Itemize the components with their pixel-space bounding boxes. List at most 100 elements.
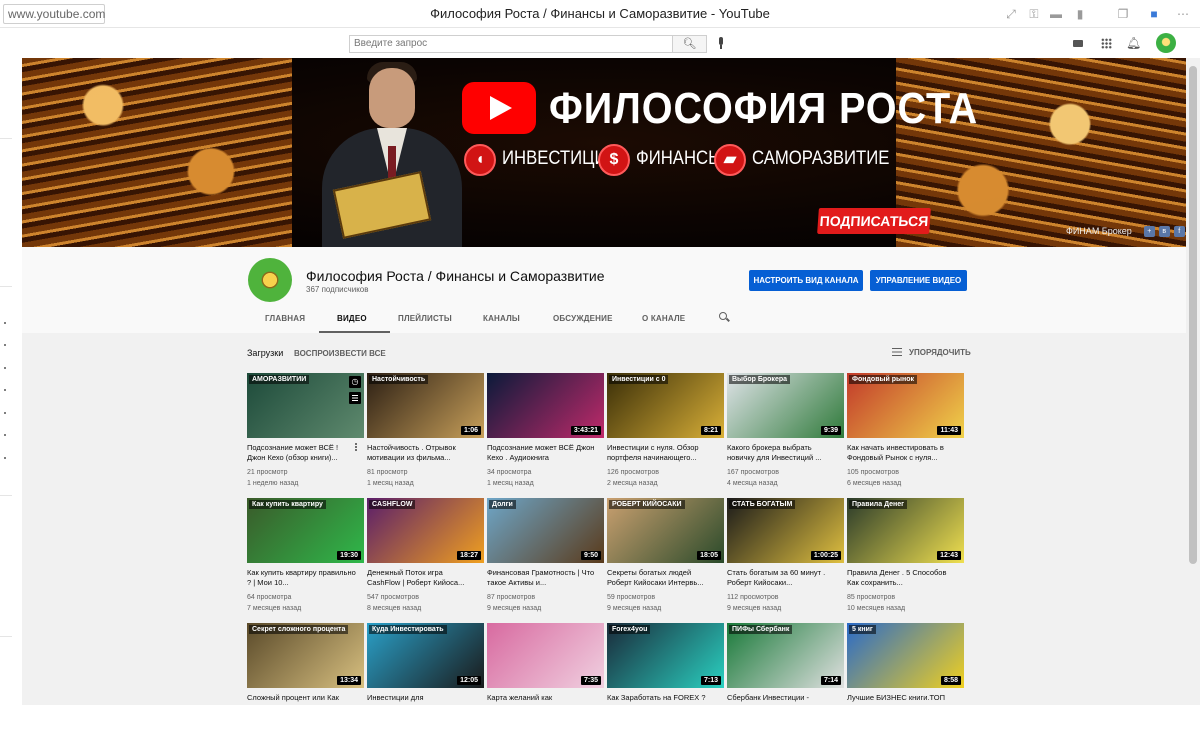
apps-icon[interactable] [1101, 38, 1112, 49]
video-card[interactable]: ПИФы Сбербанк 7:14 Сбербанк Инвестиции - [727, 623, 844, 743]
video-card[interactable]: Секрет сложного процента 13:34 Сложный про… [247, 623, 364, 743]
video-title[interactable]: Правила Денег . 5 Способов Как сохранить… [847, 568, 957, 588]
tab-playlists[interactable]: ПЛЕЙЛИСТЫ [398, 314, 452, 323]
video-title[interactable]: Стать богатым за 60 минут . Роберт Кийос… [727, 568, 837, 588]
menu-icon[interactable]: ⋯ [1175, 6, 1191, 22]
video-card[interactable]: Как купить квартиру 19:30 Как купить кварт… [247, 498, 364, 618]
video-card[interactable]: Фондовый рынок 11:43 Как начать инвестиров… [847, 373, 964, 493]
video-thumbnail[interactable]: Правила Денег 12:43 [847, 498, 964, 563]
video-title[interactable]: Карта желаний как [487, 693, 597, 713]
video-title[interactable]: Как купить квартиру правильно ? | Мои 10… [247, 568, 357, 588]
video-meta: 59 просмотров 9 месяцев назад [607, 593, 661, 614]
video-thumbnail[interactable]: СТАТЬ БОГАТЫМ 1:00:25 [727, 498, 844, 563]
video-thumbnail[interactable]: Инвестиции с 0 8:21 [607, 373, 724, 438]
video-title[interactable]: Инвестиции для [367, 693, 477, 713]
video-card[interactable]: Долги 9:50 Финансовая Грамотность | Что та… [487, 498, 604, 618]
video-thumbnail[interactable]: Долги 9:50 [487, 498, 604, 563]
video-title[interactable]: Сложный процент или Как [247, 693, 357, 713]
add-to-queue-icon[interactable] [349, 392, 361, 404]
video-card[interactable]: 7:35 Карта желаний как [487, 623, 604, 743]
finam-link[interactable]: ФИНАМ Брокер [1066, 226, 1132, 236]
video-title[interactable]: Инвестиции с нуля. Обзор портфеля начина… [607, 443, 717, 463]
video-thumbnail[interactable]: Куда Инвестировать 12:05 [367, 623, 484, 688]
play-all-button[interactable]: ВОСПРОИЗВЕСТИ ВСЕ [294, 349, 386, 358]
video-thumbnail[interactable]: Как купить квартиру 19:30 [247, 498, 364, 563]
video-thumbnail[interactable]: АМОРАЗВИТИИ ◷ [247, 373, 364, 438]
video-meta: 85 просмотров 10 месяцев назад [847, 593, 905, 614]
video-title[interactable]: Как начать инвестировать в Фондовый Рыно… [847, 443, 957, 463]
video-title[interactable]: Подсознание может ВСЁ ! Джон Кехо (обзор… [247, 443, 357, 463]
video-card[interactable]: СТАТЬ БОГАТЫМ 1:00:25 Стать богатым за 60 … [727, 498, 844, 618]
key-icon[interactable]: ⚿ [1026, 6, 1042, 22]
customize-channel-button[interactable]: НАСТРОИТЬ ВИД КАНАЛА [749, 270, 863, 291]
sort-icon[interactable] [892, 348, 902, 356]
notifications-icon[interactable]: 🔔︎ [1126, 36, 1141, 50]
watch-later-icon[interactable]: ◷ [349, 376, 361, 388]
video-card[interactable]: Forex4you 7:13 Как Заработать на FOREX ? [607, 623, 724, 743]
scrollbar[interactable] [1186, 58, 1200, 705]
vk-icon[interactable]: в [1158, 225, 1170, 237]
video-card[interactable]: Инвестиции с 0 8:21 Инвестиции с нуля. Обз… [607, 373, 724, 493]
video-title[interactable]: Сбербанк Инвестиции - [727, 693, 837, 713]
search-button[interactable]: 🔍︎ [672, 35, 707, 53]
video-thumbnail[interactable]: Фондовый рынок 11:43 [847, 373, 964, 438]
tab-channels[interactable]: КАНАЛЫ [483, 314, 520, 323]
link-icon[interactable]: + [1143, 225, 1155, 237]
collections-icon[interactable]: ❐ [1115, 6, 1131, 22]
account-avatar[interactable] [1156, 33, 1176, 53]
more-actions-icon[interactable] [355, 443, 357, 445]
facebook-icon[interactable]: f [1173, 225, 1185, 237]
profile-extension-icon[interactable]: ■ [1146, 6, 1162, 22]
upload-age: 2 месяца назад [607, 479, 658, 487]
video-card[interactable]: Правила Денег 12:43 Правила Денег . 5 Спос… [847, 498, 964, 618]
video-title[interactable]: Денежный Поток игра CashFlow | Роберт Ки… [367, 568, 477, 588]
channel-search-icon[interactable] [719, 312, 730, 322]
upload-age: 9 месяцев назад [727, 604, 782, 612]
video-card[interactable]: АМОРАЗВИТИИ ◷ Подсознание может ВСЁ ! Джон… [247, 373, 364, 493]
video-thumbnail[interactable]: 3:43:21 [487, 373, 604, 438]
search-input[interactable]: Введите запрос [349, 35, 673, 53]
create-video-icon[interactable] [1073, 40, 1083, 47]
video-thumbnail[interactable]: 7:35 [487, 623, 604, 688]
bookmark-icon[interactable]: ▮ [1072, 6, 1088, 22]
video-title[interactable]: Подсознание может ВСЁ Джон Кехо . Аудиок… [487, 443, 597, 463]
video-title[interactable]: Секреты богатых людей Роберт Кийосаки Ин… [607, 568, 717, 588]
thumbnail-text: ПИФы Сбербанк [729, 625, 793, 634]
video-duration: 3:43:21 [570, 426, 601, 435]
comment-icon[interactable]: ▬ [1048, 6, 1064, 22]
channel-name: Философия Роста / Финансы и Саморазвитие [306, 268, 605, 284]
sort-button[interactable]: УПОРЯДОЧИТЬ [909, 348, 971, 357]
video-card[interactable]: РОБЕРТ КИЙОСАКИ 18:05 Секреты богатых люде… [607, 498, 724, 618]
video-card[interactable]: Выбор Брокера 9:39 Какого брокера выбрать … [727, 373, 844, 493]
video-thumbnail[interactable]: 5 книг 8:58 [847, 623, 964, 688]
video-thumbnail[interactable]: Forex4you 7:13 [607, 623, 724, 688]
video-title[interactable]: Как Заработать на FOREX ? [607, 693, 717, 713]
manage-videos-button[interactable]: УПРАВЛЕНИЕ ВИДЕО [870, 270, 967, 291]
video-title[interactable]: Финансовая Грамотность | Что такое Актив… [487, 568, 597, 588]
video-thumbnail[interactable]: РОБЕРТ КИЙОСАКИ 18:05 [607, 498, 724, 563]
video-thumbnail[interactable]: CASHFLOW 18:27 [367, 498, 484, 563]
tab-discussion[interactable]: ОБСУЖДЕНИЕ [553, 314, 613, 323]
video-thumbnail[interactable]: ПИФы Сбербанк 7:14 [727, 623, 844, 688]
video-card[interactable]: Куда Инвестировать 12:05 Инвестиции для [367, 623, 484, 743]
video-card[interactable]: 5 книг 8:58 Лучшие БИЗНЕС книги.ТОП [847, 623, 964, 743]
extension-icon[interactable]: ⤢ [1003, 6, 1019, 22]
video-card[interactable]: Настойчивость 1:06 Настойчивость . Отрывок… [367, 373, 484, 493]
video-thumbnail[interactable]: Секрет сложного процента 13:34 [247, 623, 364, 688]
video-card[interactable]: CASHFLOW 18:27 Денежный Поток игра CashFlo… [367, 498, 484, 618]
view-count: 85 просмотров [847, 594, 896, 601]
scrollbar-thumb[interactable] [1189, 66, 1197, 564]
video-thumbnail[interactable]: Выбор Брокера 9:39 [727, 373, 844, 438]
tab-videos[interactable]: ВИДЕО [337, 314, 367, 323]
tab-home[interactable]: ГЛАВНАЯ [265, 314, 305, 323]
mic-icon[interactable] [717, 37, 725, 50]
channel-avatar[interactable] [248, 258, 292, 302]
banner-links[interactable]: ФИНАМ Брокер + в f [1066, 223, 1185, 239]
video-title[interactable]: Лучшие БИЗНЕС книги.ТОП [847, 693, 957, 713]
video-thumbnail[interactable]: Настойчивость 1:06 [367, 373, 484, 438]
video-title[interactable]: Какого брокера выбрать новичку для Инвес… [727, 443, 837, 463]
video-meta: 64 просмотра 7 месяцев назад [247, 593, 301, 614]
video-title[interactable]: Настойчивость . Отрывок мотивации из фил… [367, 443, 477, 463]
tab-about[interactable]: О КАНАЛЕ [642, 314, 685, 323]
video-card[interactable]: 3:43:21 Подсознание может ВСЁ Джон Кехо .… [487, 373, 604, 493]
